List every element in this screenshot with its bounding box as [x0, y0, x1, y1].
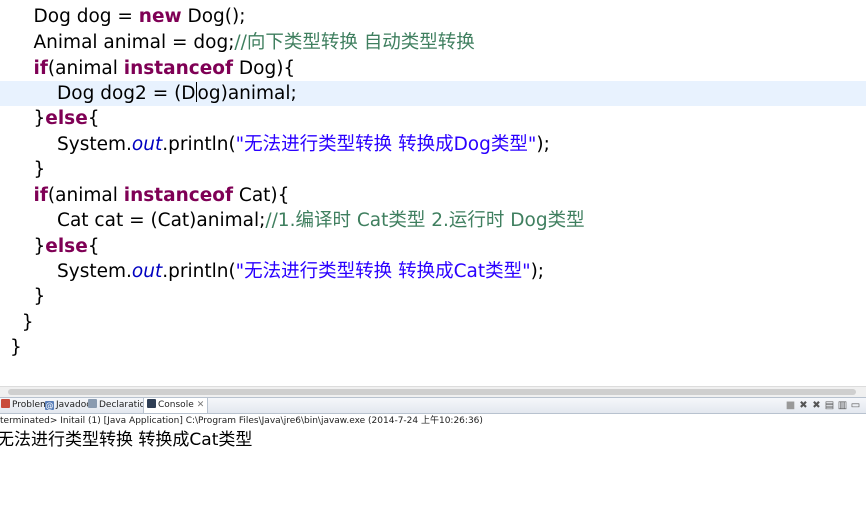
code-token-field: out — [131, 261, 163, 282]
code-token-plain: } — [10, 312, 34, 333]
code-line[interactable]: } — [0, 335, 866, 360]
code-token-plain: Dog(); — [181, 6, 246, 27]
code-line[interactable]: if(animal instanceof Cat){ — [0, 183, 866, 208]
code-line[interactable]: System.out.println("无法进行类型转换 转换成Cat类型"); — [0, 259, 866, 284]
declaration-icon — [88, 399, 97, 408]
console-output-line: 无法进行类型转换 转换成Cat类型 — [0, 430, 253, 450]
code-token-plain: Animal animal = dog; — [10, 32, 235, 53]
code-token-plain: Cat cat = (Cat)animal; — [10, 210, 266, 231]
code-token-plain: } — [10, 286, 46, 307]
tab-javadoc[interactable]: @ Javadoc — [45, 398, 91, 413]
code-token-field: out — [131, 134, 163, 155]
code-token-kw: else — [45, 108, 88, 129]
code-token-plain: } — [10, 337, 22, 358]
remove-all-icon[interactable]: ✖ — [810, 398, 823, 413]
code-token-kw: if — [33, 185, 48, 206]
code-token-str: "无法进行类型转换 转换成Dog类型" — [235, 134, 537, 155]
code-token-str: "无法进行类型转换 转换成Cat类型" — [235, 261, 531, 282]
code-token-plain: .println( — [162, 261, 236, 282]
code-token-plain: .println( — [162, 134, 236, 155]
code-token-kw: new — [138, 6, 182, 27]
horizontal-scrollbar[interactable] — [0, 386, 866, 397]
tab-console[interactable]: Console ✕ — [143, 398, 209, 413]
code-line[interactable]: System.out.println("无法进行类型转换 转换成Dog类型"); — [0, 132, 866, 157]
code-token-kw: instanceof — [123, 58, 234, 79]
tab-console-label: Console — [158, 400, 194, 410]
code-token-plain: } — [10, 108, 46, 129]
terminate-icon[interactable]: ■ — [784, 398, 797, 413]
code-token-plain: } — [10, 159, 46, 180]
code-token-plain: ); — [530, 261, 545, 282]
code-line[interactable]: Dog dog2 = (D og)animal; — [0, 81, 866, 106]
tab-javadoc-label: Javadoc — [56, 400, 92, 410]
code-token-plain: ); — [536, 134, 550, 155]
remove-launch-icon[interactable]: ✖ — [797, 398, 810, 413]
console-status-line: terminated> Initail (1) [Java Applicatio… — [0, 414, 866, 428]
problems-icon — [1, 399, 10, 408]
code-line[interactable]: if(animal instanceof Dog){ — [0, 56, 866, 81]
code-token-plain: Dog){ — [233, 58, 296, 79]
close-icon[interactable]: ✕ — [197, 400, 205, 410]
code-token-plain: Dog dog = — [10, 6, 139, 27]
code-token-kw: if — [33, 58, 48, 79]
code-line[interactable]: Dog dog = new Dog(); — [0, 4, 866, 29]
code-token-plain: Cat){ — [233, 185, 290, 206]
code-line[interactable]: }else{ — [0, 106, 866, 131]
code-token-plain: { — [87, 108, 100, 129]
javadoc-icon: @ — [45, 401, 54, 410]
code-line[interactable]: }else{ — [0, 234, 866, 259]
code-token-plain: System. — [10, 134, 132, 155]
code-token-kw: instanceof — [123, 185, 234, 206]
tab-declaration[interactable]: Declaration — [88, 398, 151, 413]
code-token-plain: Dog dog2 = (D — [10, 83, 196, 104]
clear-console-icon[interactable]: ▤ — [823, 398, 836, 413]
code-token-plain: (animal — [47, 185, 124, 206]
code-token-plain: System. — [10, 261, 132, 282]
code-line[interactable]: Animal animal = dog;//向下类型转换 自动类型转换 — [0, 30, 866, 55]
code-token-plain: og)animal; — [197, 83, 297, 104]
code-token-plain: (animal — [47, 58, 124, 79]
panel-toolbar: ■ ✖ ✖ ▤ ▥ ▭ — [784, 398, 862, 413]
code-token-cm: //1.编译时 Cat类型 2.运行时 Dog类型 — [265, 210, 585, 231]
bottom-panel-tabs: Problems @ Javadoc Declaration Console ✕ ■… — [0, 397, 866, 414]
code-line[interactable]: } — [0, 284, 866, 309]
code-line[interactable]: } — [0, 310, 866, 335]
code-token-plain: } — [10, 236, 46, 257]
code-token-plain: { — [87, 236, 100, 257]
code-token-kw: else — [45, 236, 88, 257]
scrollbar-thumb[interactable] — [8, 389, 856, 395]
scroll-lock-icon[interactable]: ▥ — [836, 398, 849, 413]
code-token-cm: //向下类型转换 自动类型转换 — [234, 32, 475, 53]
code-editor[interactable]: Dog dog = new Dog(); Animal animal = dog… — [0, 0, 866, 386]
console-output[interactable]: 无法进行类型转换 转换成Cat类型 — [0, 428, 866, 512]
minimize-icon[interactable]: ▭ — [849, 398, 862, 413]
code-line[interactable]: Cat cat = (Cat)animal;//1.编译时 Cat类型 2.运行… — [0, 208, 866, 233]
console-icon — [147, 399, 156, 408]
code-line[interactable]: } — [0, 157, 866, 182]
